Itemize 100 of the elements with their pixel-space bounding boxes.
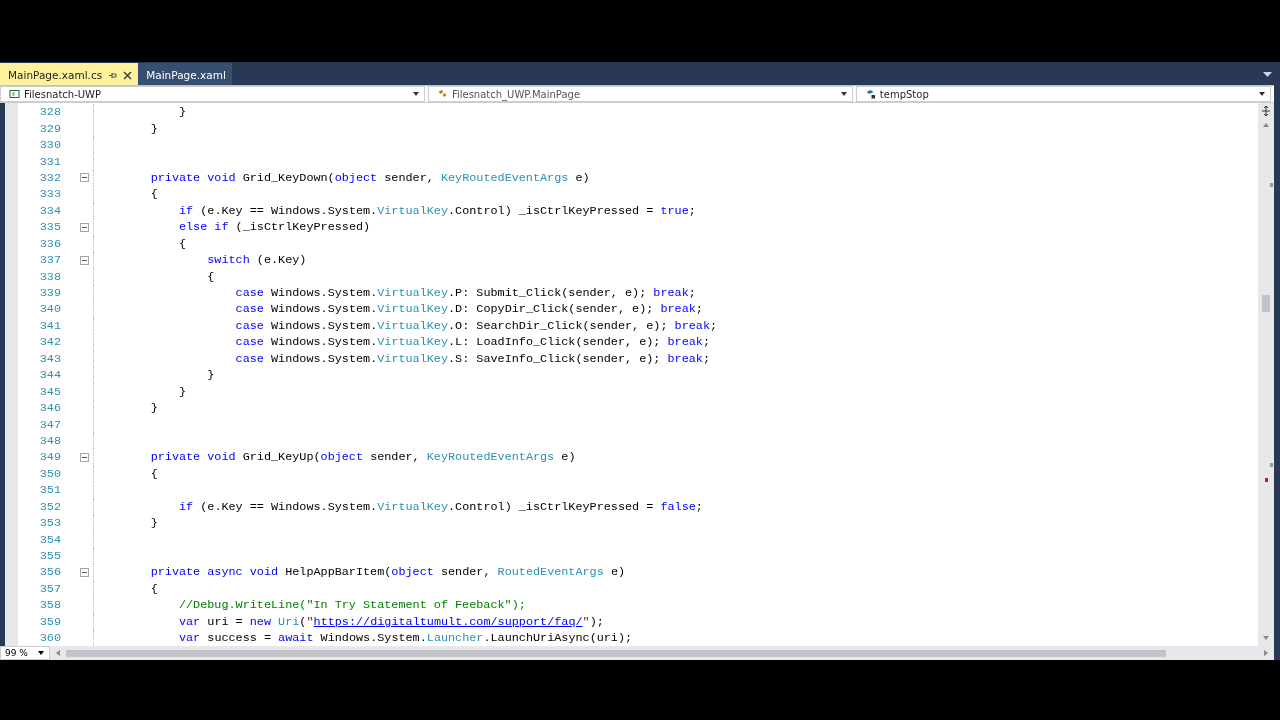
- csharp-project-icon: [9, 89, 20, 99]
- document-tab[interactable]: MainPage.xaml.cs: [0, 63, 139, 85]
- code-token: VirtualKey: [377, 335, 448, 350]
- line-number: 359: [38, 614, 61, 629]
- navigation-dropdown[interactable]: Filesnatch-UWP: [0, 86, 425, 102]
- code-token: case: [235, 302, 264, 317]
- code-token: .Control) _isCtrlKeyPressed =: [448, 499, 655, 514]
- code-token: Windows.System.: [271, 351, 378, 366]
- code-token: ;: [695, 302, 703, 317]
- collapse-icon[interactable]: [80, 222, 89, 232]
- code-token: switch: [207, 253, 250, 268]
- code-token: object: [334, 170, 378, 185]
- collapse-icon[interactable]: [80, 567, 89, 577]
- vertical-scrollbar[interactable]: [1258, 103, 1274, 646]
- scroll-thumb[interactable]: [1262, 295, 1270, 312]
- dropdown-caret-icon: [37, 649, 45, 657]
- navigation-dropdown[interactable]: Filesnatch_UWP.MainPage: [427, 86, 853, 102]
- scroll-right-icon[interactable]: [1262, 649, 1270, 657]
- code-token: VirtualKey: [377, 302, 448, 317]
- code-token: sender,: [384, 170, 435, 185]
- line-number: 330: [38, 138, 61, 153]
- code-token: .P: Submit_Click(sender, e);: [448, 286, 648, 301]
- line-number: 352: [38, 499, 61, 514]
- zoom-dropdown[interactable]: 99 %: [0, 646, 50, 660]
- line-number: 357: [38, 581, 61, 596]
- line-number: 356: [38, 565, 61, 580]
- line-number: 355: [38, 549, 61, 564]
- code-token: );: [589, 614, 604, 629]
- line-number: 358: [38, 598, 61, 613]
- split-icon[interactable]: [1261, 105, 1271, 117]
- code-token: if: [178, 499, 194, 514]
- line-number: 340: [38, 302, 61, 317]
- code-token: VirtualKey: [377, 286, 448, 301]
- scroll-up-icon[interactable]: [1262, 121, 1270, 129]
- collapse-icon[interactable]: [80, 255, 89, 265]
- code-token: .D: CopyDir_Click(sender, e);: [448, 302, 655, 317]
- tab-menu-caret-icon[interactable]: [1263, 72, 1272, 78]
- code-token: break: [667, 351, 703, 366]
- code-token: }: [150, 516, 158, 531]
- line-number: 329: [38, 121, 61, 136]
- code-token: {: [150, 581, 158, 596]
- code-token: .LaunchUriAsync(uri);: [483, 631, 633, 646]
- code-token: .L: LoadInfo_Click(sender, e);: [448, 335, 662, 350]
- close-icon[interactable]: [123, 70, 133, 80]
- code-token: ;: [709, 318, 718, 333]
- code-token: (e.Key == Windows.System.: [200, 499, 378, 514]
- line-number: 337: [38, 253, 61, 268]
- code-token: case: [235, 335, 264, 350]
- code-token: (: [299, 614, 307, 629]
- code-token: }: [150, 401, 158, 416]
- line-number: 348: [38, 433, 61, 448]
- code-link[interactable]: https://digitaltumult.com/support/faq/: [313, 614, 583, 629]
- code-token: VirtualKey: [377, 318, 448, 333]
- line-number: 343: [38, 351, 61, 366]
- navigation-dropdown[interactable]: tempStop: [855, 86, 1271, 102]
- code-token: uri =: [207, 614, 244, 629]
- dropdown-caret-icon: [1258, 90, 1266, 98]
- line-number: 331: [38, 154, 61, 169]
- code-token: ;: [688, 203, 696, 218]
- code-token: await: [278, 631, 314, 646]
- code-token: (e.Key == Windows.System.: [200, 203, 378, 218]
- code-token: break: [667, 335, 703, 350]
- line-number: 351: [38, 483, 61, 498]
- line-number: 350: [38, 466, 61, 481]
- line-number: 346: [38, 401, 61, 416]
- code-token: {: [178, 236, 187, 251]
- code-token: e): [610, 565, 626, 580]
- code-token: ;: [702, 335, 710, 350]
- code-token: }: [207, 368, 215, 383]
- code-token: {: [150, 466, 158, 481]
- code-token: else if: [178, 220, 229, 235]
- code-token: if: [178, 203, 194, 218]
- collapse-icon[interactable]: [80, 173, 89, 183]
- code-token: }: [178, 105, 187, 120]
- scroll-left-icon[interactable]: [54, 649, 62, 657]
- code-token: object: [391, 565, 434, 580]
- code-token: Uri: [278, 614, 300, 629]
- code-token: Windows.System.: [271, 286, 378, 301]
- line-number: 339: [38, 286, 61, 301]
- document-tab[interactable]: MainPage.xaml: [138, 63, 232, 85]
- code-token: e): [561, 450, 576, 465]
- code-token: false: [660, 499, 696, 514]
- line-number: 347: [38, 417, 61, 432]
- scroll-thumb[interactable]: [66, 650, 1166, 657]
- code-token: }: [178, 384, 187, 399]
- line-number: 334: [38, 203, 61, 218]
- line-number: 341: [38, 318, 61, 333]
- line-number: 342: [38, 335, 61, 350]
- code-token: }: [150, 121, 158, 136]
- collapse-icon[interactable]: [80, 452, 89, 462]
- class-icon: [436, 89, 448, 99]
- code-token: break: [653, 286, 689, 301]
- scroll-down-icon[interactable]: [1262, 634, 1270, 642]
- pin-icon[interactable]: [108, 70, 118, 80]
- line-number: 353: [38, 516, 61, 531]
- line-number: 345: [38, 384, 61, 399]
- code-token: Windows.System.: [271, 302, 378, 317]
- code-token: case: [235, 286, 264, 301]
- field-icon: [864, 89, 876, 99]
- code-token: sender,: [440, 565, 492, 580]
